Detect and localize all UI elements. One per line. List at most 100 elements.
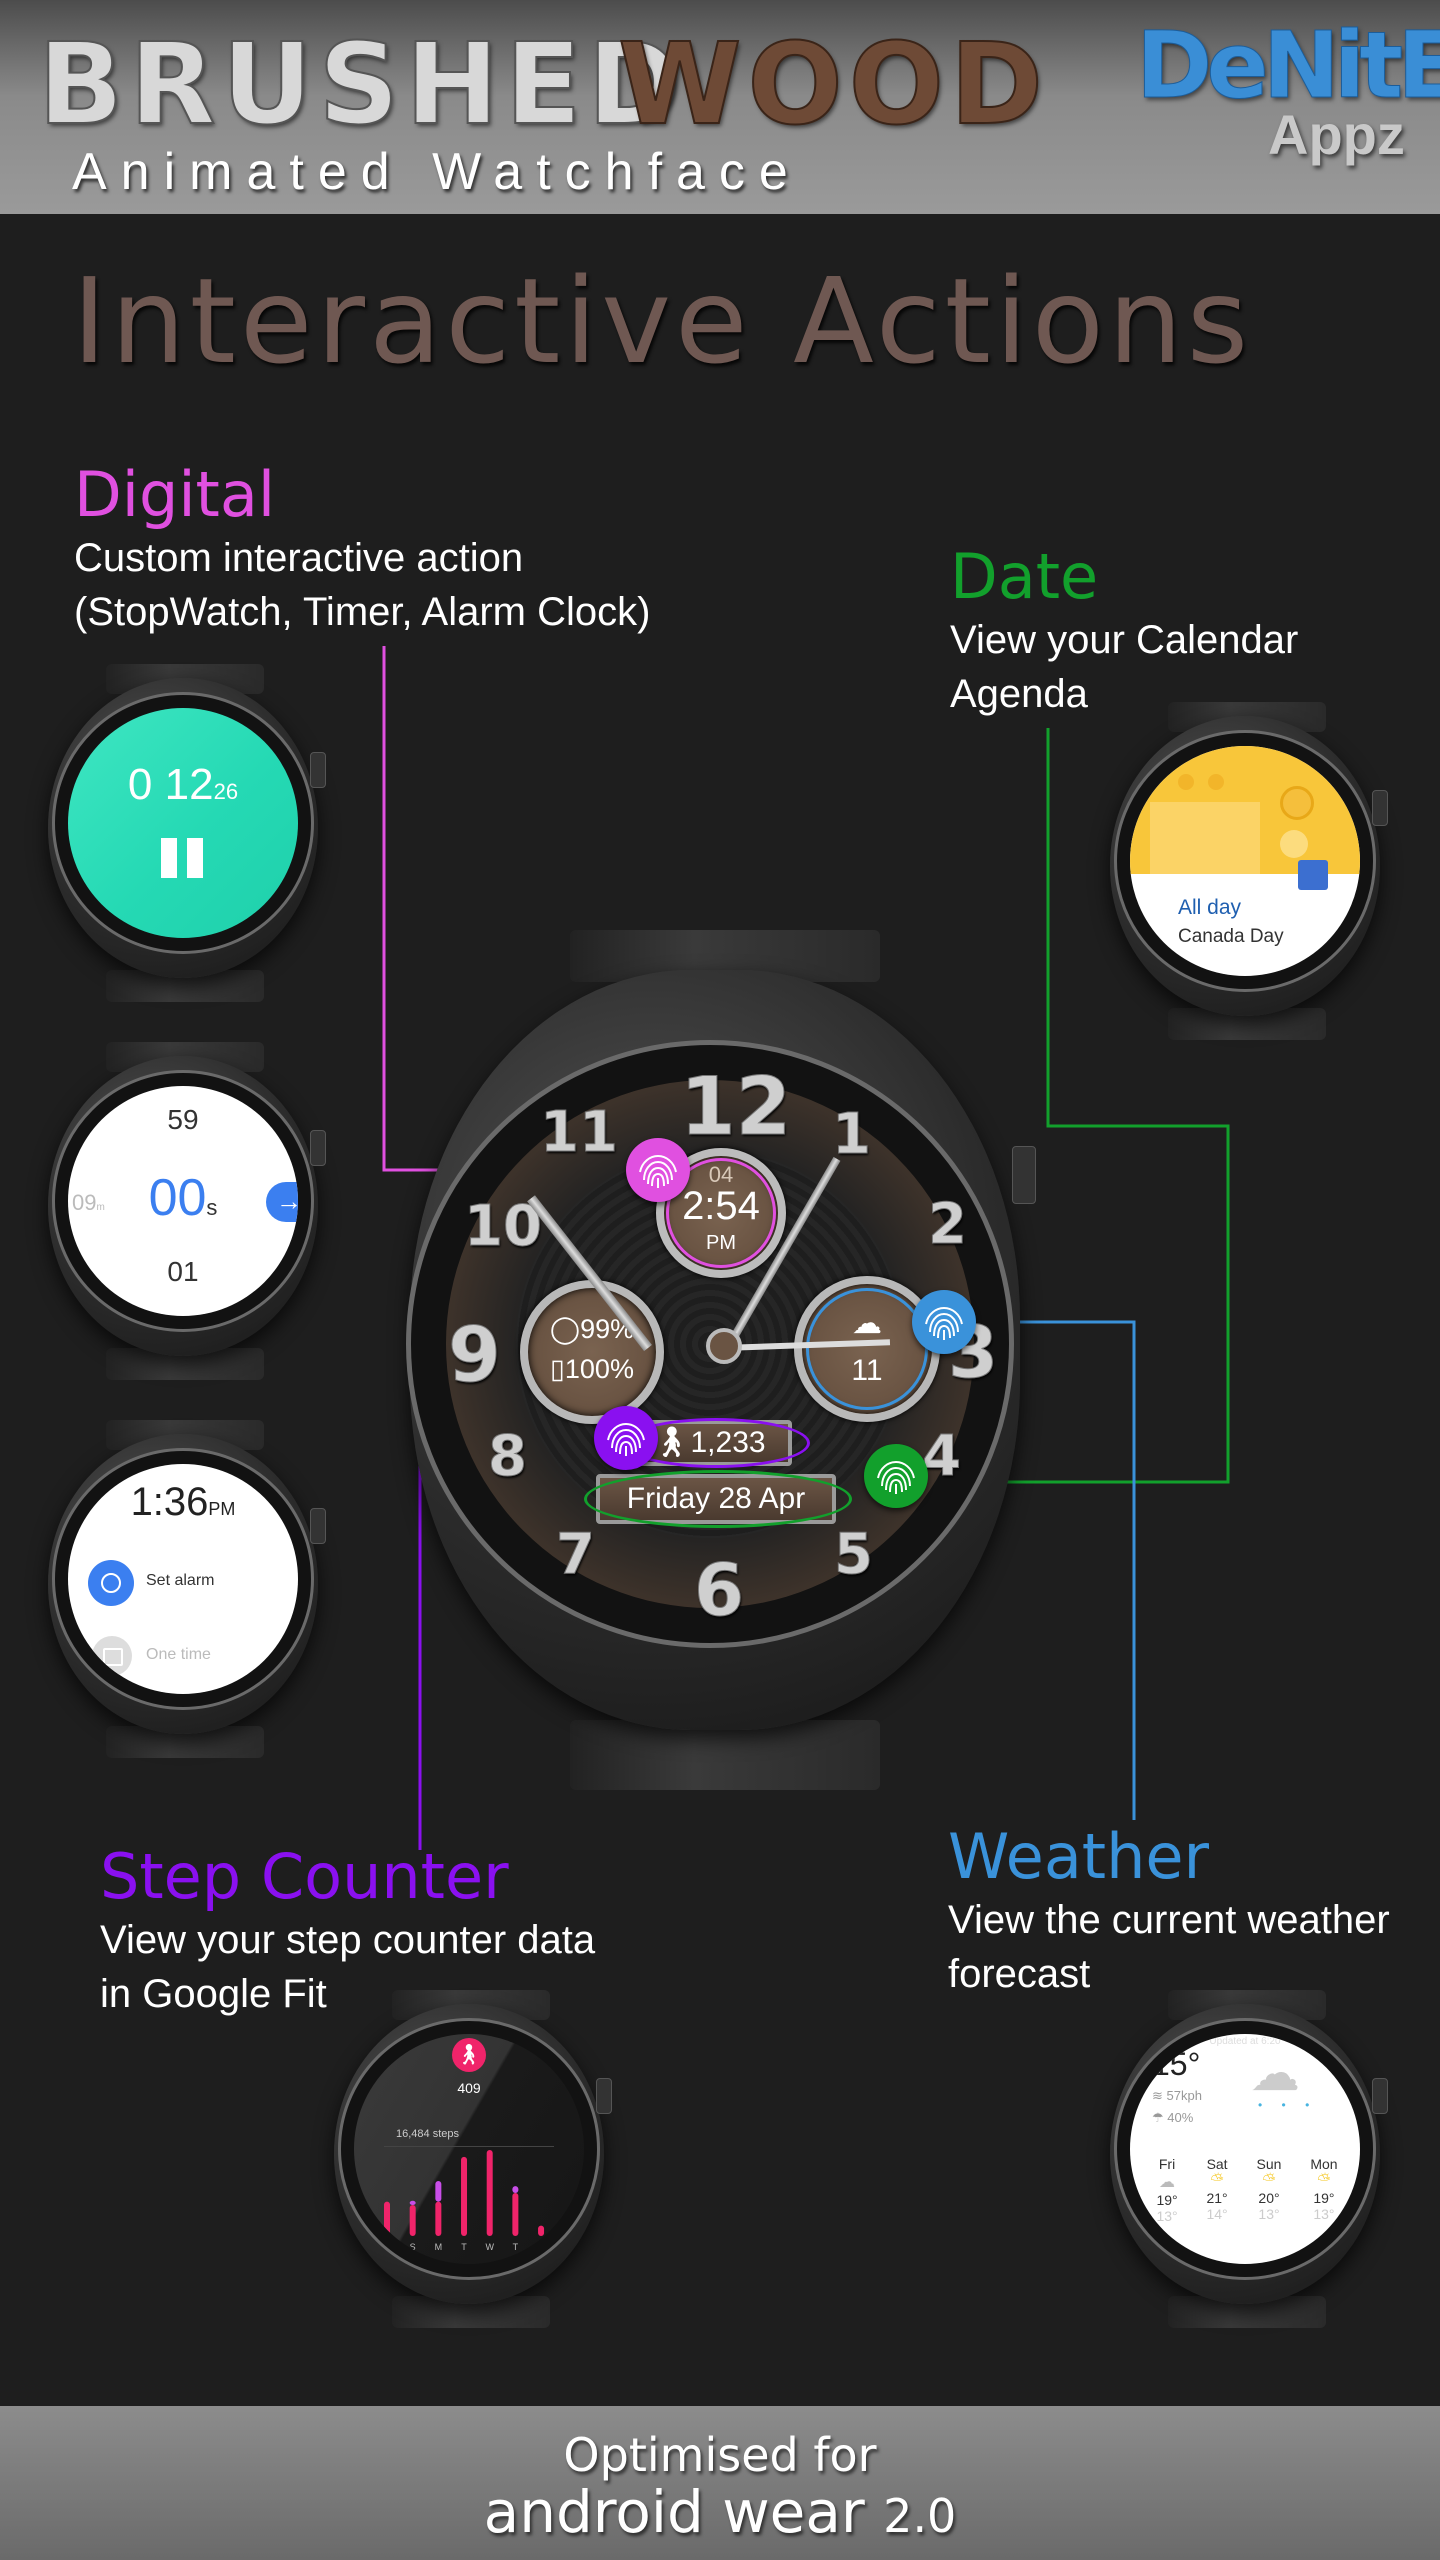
fingerprint-weather-icon[interactable] — [912, 1290, 976, 1354]
partly-sunny-icon: ⛅︎ — [1317, 2172, 1331, 2189]
calendar-app-icon — [1298, 860, 1328, 890]
alarm-time: 1:36PM — [130, 1480, 236, 1524]
partly-sunny-icon: ⛅︎ — [1262, 2172, 1276, 2189]
brand-logo-sub: Appz — [1268, 103, 1405, 166]
forecast-day: Fri ☁ 19° 13° — [1156, 2156, 1178, 2224]
hour-5: 5 — [834, 1522, 874, 1588]
alarm-screen: 1:36PM Set alarm One time — [68, 1464, 298, 1694]
feature-weather-desc1: View the current weather — [948, 1898, 1390, 1942]
bar-extra-1 — [409, 2200, 416, 2206]
weather-forecast: Fri ☁ 19° 13° Sat ⛅︎ 21° 14° Sun ⛅︎ 20° 13° Mon ⛅︎… — [1142, 2156, 1352, 2224]
day-label: S — [410, 2242, 416, 2252]
timer-side-value: 09m — [72, 1190, 105, 1215]
calendar-all-day: All day — [1178, 896, 1242, 919]
stopwatch-hundredths: 26 — [213, 779, 239, 804]
feature-digital: Digital Custom interactive action (StopW… — [74, 458, 650, 639]
fit-watch: 🚶︎ 409 16,484 steps S S M T W T F — [334, 1990, 612, 2328]
one-time-option[interactable]: One time — [146, 1646, 211, 1664]
feature-digital-title: Digital — [74, 458, 276, 531]
hour-11: 11 — [540, 1100, 619, 1166]
watch-crown[interactable] — [1012, 1146, 1036, 1204]
watch-crown — [596, 2078, 612, 2114]
hour-8: 8 — [488, 1424, 528, 1490]
alarm-watch: 1:36PM Set alarm One time — [48, 1420, 326, 1758]
battery-subdial: ◯99% ▯100% — [520, 1280, 664, 1424]
bar-t-5 — [512, 2193, 519, 2236]
feature-date-title: Date — [950, 540, 1099, 613]
feature-weather: Weather View the current weather forecas… — [948, 1820, 1390, 2001]
watch-crown — [1372, 2078, 1388, 2114]
watch-crown — [310, 752, 326, 788]
forecast-day: Sat ⛅︎ 21° 14° — [1206, 2156, 1228, 2222]
hands-center-cap — [706, 1328, 742, 1364]
fit-total-steps: 16,484 steps — [396, 2128, 459, 2140]
footer-platform: android wear 2.0 — [0, 2478, 1440, 2546]
stopwatch-screen[interactable]: 0 1226 — [68, 708, 298, 938]
calendar-event: Canada Day — [1178, 926, 1284, 947]
footer-version: 2.0 — [883, 2489, 957, 2543]
bar-m-2 — [435, 2201, 442, 2236]
day-label: W — [485, 2242, 494, 2252]
subtitle: Animated Watchface — [72, 143, 802, 201]
bar-extra-2 — [435, 2180, 442, 2202]
fingerprint-digital-icon[interactable] — [626, 1138, 690, 1202]
rain-cloud-icon: ☁ — [1250, 2045, 1300, 2101]
feature-date-desc1: View your Calendar — [950, 618, 1299, 662]
page-heading: Interactive Actions — [72, 252, 1253, 390]
date-plate[interactable]: Friday 28 Apr — [584, 1470, 852, 1528]
weather-precip: ☂ 40% — [1152, 2110, 1194, 2125]
phone-icon: ▯ — [550, 1354, 565, 1384]
feature-digital-desc1: Custom interactive action — [74, 536, 524, 580]
weather-screen[interactable]: Updated at 6:20 15° ≋ 57kph ☂ 40% ☁ • • … — [1130, 2034, 1360, 2264]
hour-9: 9 — [448, 1310, 502, 1400]
umbrella-icon: ☂ — [1152, 2110, 1164, 2125]
watch-icon: ◯ — [549, 1314, 581, 1344]
day-label: F — [538, 2242, 544, 2252]
forecast-day: Sun ⛅︎ 20° 13° — [1256, 2156, 1282, 2222]
day-label: M — [435, 2242, 443, 2252]
set-alarm-button[interactable]: Set alarm — [146, 1572, 214, 1590]
cloud-rain-icon: ☁ — [1159, 2174, 1176, 2191]
feature-step-counter-title: Step Counter — [100, 1840, 509, 1913]
bar-t-3 — [461, 2156, 468, 2236]
bar-s-0 — [384, 2201, 390, 2236]
calendar-illustration — [1130, 746, 1360, 874]
watch-strap-bottom — [570, 1720, 880, 1790]
calendar-watch: All day Canada Day — [1110, 702, 1388, 1040]
bar-f-6 — [538, 2225, 545, 2236]
weather-temp: 11 — [851, 1354, 883, 1387]
partly-sunny-icon: ⛅︎ — [1210, 2172, 1224, 2189]
calendar-screen[interactable]: All day Canada Day — [1130, 746, 1360, 976]
bar-w-4 — [486, 2150, 493, 2236]
timer-prev-value: 59 — [167, 1104, 199, 1135]
feature-digital-desc2: (StopWatch, Timer, Alarm Clock) — [74, 590, 651, 634]
watch-crown — [310, 1508, 326, 1544]
fingerprint-steps-icon[interactable] — [594, 1406, 658, 1470]
hour-6: 6 — [693, 1548, 745, 1633]
feature-step-counter-desc1: View your step counter data — [100, 1918, 596, 1962]
weather-current-temp: 15° — [1152, 2046, 1201, 2082]
fingerprint-date-icon[interactable] — [864, 1444, 928, 1508]
stopwatch-watch: 0 1226 — [48, 664, 326, 1002]
fit-screen[interactable]: 🚶︎ 409 16,484 steps S S M T W T F — [354, 2034, 584, 2264]
weather-wind: ≋ 57kph — [1152, 2088, 1202, 2103]
alarm-clock-icon[interactable] — [88, 1560, 134, 1606]
timer-current-value: 00 — [148, 1169, 207, 1227]
title-brushed: BRUSHED — [37, 19, 687, 151]
watch-crown — [1372, 790, 1388, 826]
feature-weather-title: Weather — [948, 1820, 1210, 1893]
digital-ampm: PM — [706, 1232, 736, 1254]
main-watch: 12 1 2 3 4 5 6 7 8 9 10 11 04 2:54 PM ◯9… — [400, 930, 1050, 1790]
timer-watch: 59 00s 09m 01 → — [48, 1042, 326, 1380]
footer-optimised: Optimised for — [563, 2428, 877, 2482]
feature-date: Date View your Calendar Agenda — [950, 540, 1298, 721]
hour-1: 1 — [832, 1102, 872, 1168]
arrow-right-icon[interactable]: → — [266, 1182, 298, 1222]
stopwatch-minutes: 0 — [127, 760, 153, 809]
day-label: S — [384, 2242, 390, 2252]
rain-drops-icon: • • • — [1258, 2098, 1318, 2112]
pause-icon[interactable] — [161, 838, 205, 878]
watch-crown — [310, 1130, 326, 1166]
day-label: T — [513, 2242, 519, 2252]
day-label: T — [461, 2242, 467, 2252]
